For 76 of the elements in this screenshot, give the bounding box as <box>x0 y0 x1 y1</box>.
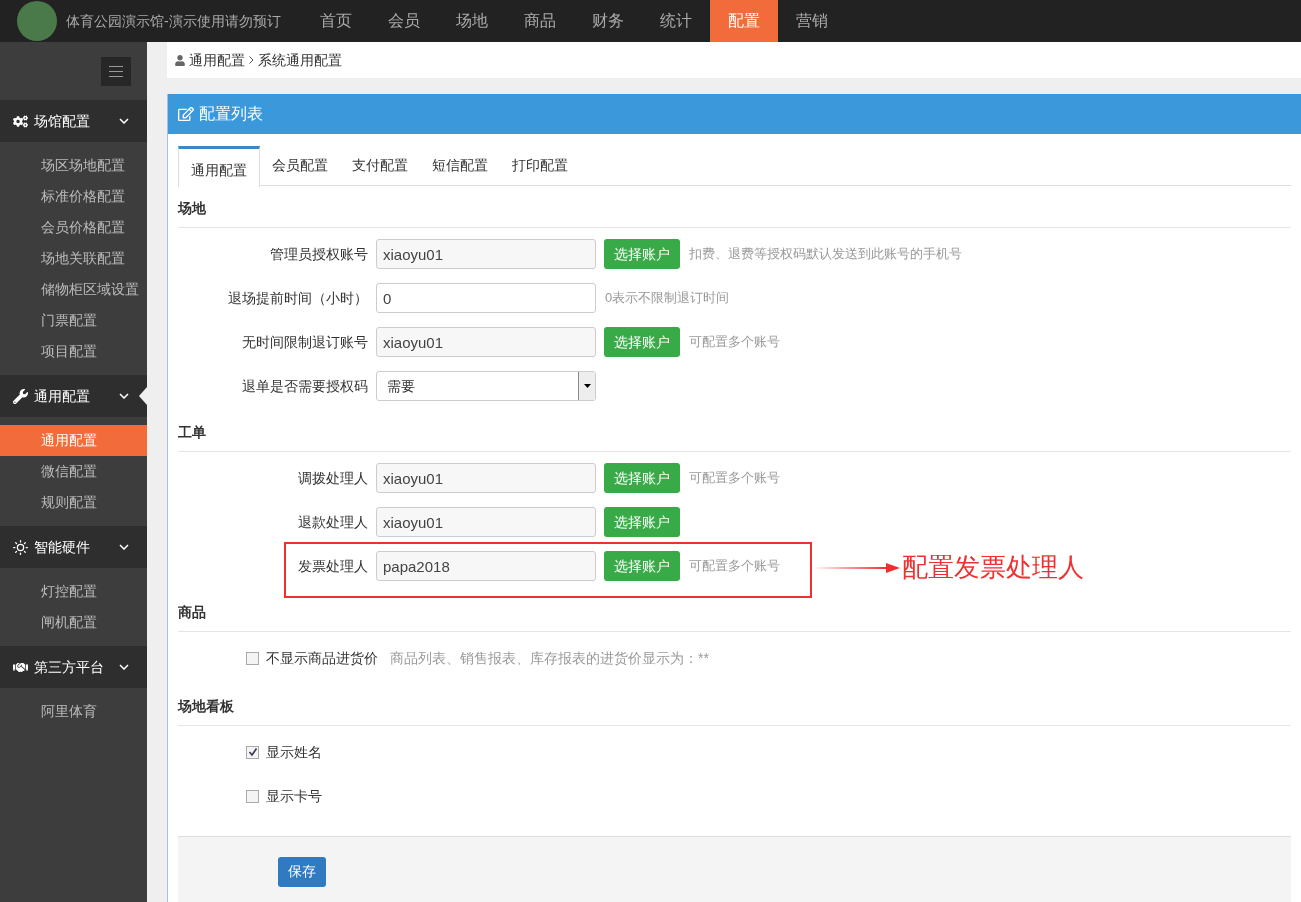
section-heading: 商品 <box>178 602 1291 632</box>
chevron-icon <box>119 118 129 124</box>
sidebar-item[interactable]: 闸机配置 <box>0 607 147 638</box>
input-field[interactable]: xiaoyu01 <box>376 239 596 269</box>
sidebar-group[interactable]: 场馆配置 <box>0 100 147 142</box>
field-label: 调拨处理人 <box>297 468 369 488</box>
field-label: 发票处理人 <box>297 556 369 576</box>
nav-tab[interactable]: 营销 <box>778 0 846 42</box>
select-field[interactable]: 需要 <box>376 371 596 401</box>
config-tab[interactable]: 支付配置 <box>340 146 420 185</box>
checkbox[interactable] <box>246 651 259 665</box>
hint-text: 0表示不限制退订时间 <box>605 289 730 308</box>
edit-icon <box>178 106 194 122</box>
group-icon <box>13 388 28 404</box>
sidebar-item[interactable]: 项目配置 <box>0 336 147 367</box>
chevron-icon <box>119 544 129 550</box>
section-heading: 场地 <box>178 198 1291 228</box>
breadcrumb-item[interactable]: 通用配置 <box>189 49 245 71</box>
checkbox-label: 不显示商品进货价 <box>266 648 378 668</box>
hint-text: 扣费、退费等授权码默认发送到此账号的手机号 <box>689 245 962 264</box>
nav-tab[interactable]: 场地 <box>438 0 506 42</box>
section-heading: 工单 <box>178 422 1291 452</box>
field-label: 退款处理人 <box>297 512 369 532</box>
nav-tab[interactable]: 会员 <box>370 0 438 42</box>
sidebar-item[interactable]: 会员价格配置 <box>0 212 147 243</box>
brand-title: 体育公园演示馆-演示使用请勿预订 <box>66 11 282 31</box>
breadcrumb-item: 系统通用配置 <box>258 50 342 70</box>
sidebar-group[interactable]: 智能硬件 <box>0 526 147 568</box>
input-field[interactable]: papa2018 <box>376 551 596 581</box>
field-label: 退场提前时间（小时） <box>227 288 369 308</box>
field-label: 退单是否需要授权码 <box>241 376 369 396</box>
field-label: 管理员授权账号 <box>269 244 369 264</box>
sidebar-item[interactable]: 阿里体育 <box>0 696 147 727</box>
config-tab[interactable]: 短信配置 <box>420 146 500 185</box>
field-label: 无时间限制退订账号 <box>241 332 369 352</box>
sidebar-item[interactable]: 标准价格配置 <box>0 181 147 212</box>
sidebar-group[interactable]: 通用配置 <box>0 375 147 417</box>
group-icon <box>13 539 28 555</box>
annotation-text: 配置发票处理人 <box>902 552 1084 584</box>
input-field[interactable]: xiaoyu01 <box>376 327 596 357</box>
hint-text: 可配置多个账号 <box>689 557 780 576</box>
checkbox-label: 显示姓名 <box>266 742 322 762</box>
nav-tab[interactable]: 财务 <box>574 0 642 42</box>
chevron-icon <box>119 664 129 670</box>
sidebar-item[interactable]: 灯控配置 <box>0 576 147 607</box>
nav-tab[interactable]: 商品 <box>506 0 574 42</box>
sidebar-group[interactable]: 第三方平台 <box>0 646 147 688</box>
menu-icon[interactable] <box>101 56 131 86</box>
sidebar-item[interactable]: 场地关联配置 <box>0 243 147 274</box>
input-field[interactable]: xiaoyu01 <box>376 463 596 493</box>
config-tab[interactable]: 会员配置 <box>260 146 340 185</box>
save-button[interactable]: 保存 <box>278 856 326 887</box>
chevron-icon <box>119 393 129 399</box>
checkbox[interactable] <box>246 789 259 803</box>
hint-text: 可配置多个账号 <box>689 469 780 488</box>
sidebar-item[interactable]: 门票配置 <box>0 305 147 336</box>
logo-photo-placeholder <box>17 1 57 41</box>
config-tab[interactable]: 打印配置 <box>500 146 580 185</box>
config-tab[interactable]: 通用配置 <box>178 146 260 187</box>
nav-tab[interactable]: 首页 <box>302 0 370 42</box>
user-icon <box>175 54 185 66</box>
nav-tab[interactable]: 统计 <box>642 0 710 42</box>
input-field[interactable]: 0 <box>376 283 596 313</box>
section-heading: 场地看板 <box>178 696 1291 726</box>
sidebar-item[interactable]: 场区场地配置 <box>0 150 147 181</box>
sidebar-item[interactable]: 微信配置 <box>0 456 147 487</box>
hint-text: 可配置多个账号 <box>689 333 780 352</box>
sidebar-item[interactable]: 储物柜区域设置 <box>0 274 147 305</box>
breadcrumb-separator-icon <box>249 56 254 64</box>
panel-title: 配置列表 <box>199 104 263 124</box>
checkbox-label: 显示卡号 <box>266 786 322 806</box>
input-field[interactable]: xiaoyu01 <box>376 507 596 537</box>
hint-text: 商品列表、销售报表、库存报表的进货价显示为：** <box>390 648 709 668</box>
checkbox[interactable] <box>246 745 259 759</box>
group-icon <box>13 113 28 129</box>
sidebar-item[interactable]: 规则配置 <box>0 487 147 518</box>
